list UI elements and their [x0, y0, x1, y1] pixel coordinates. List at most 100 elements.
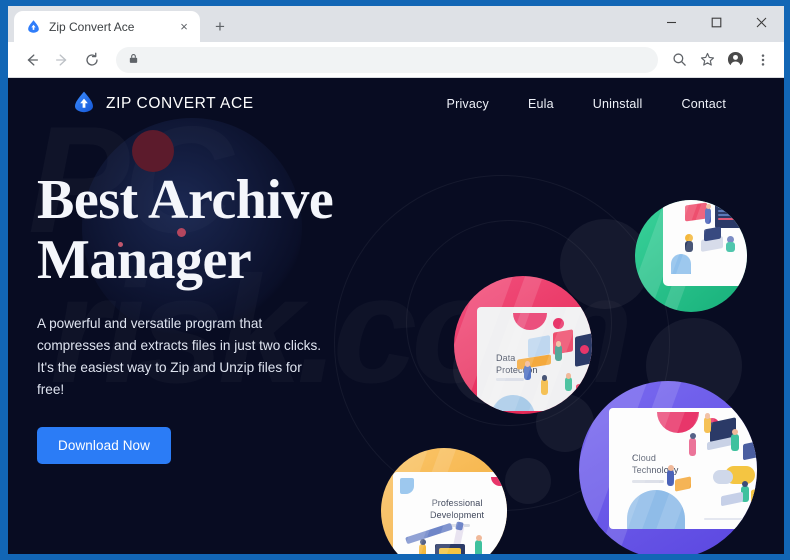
- green-card-screen-line: [718, 210, 744, 212]
- tab-title: Zip Convert Ace: [49, 19, 135, 34]
- dp-person-3-head: [541, 375, 547, 381]
- ct-device: [751, 485, 757, 506]
- data-protection-panel: Data Protection: [477, 307, 592, 411]
- maximize-icon[interactable]: [694, 6, 739, 39]
- green-card-screen-line: [718, 214, 738, 216]
- ct-person-3: [731, 434, 739, 451]
- cloud-technology-card[interactable]: Cloud Technology: [579, 381, 757, 554]
- professional-development-card[interactable]: Professional Development: [381, 448, 507, 554]
- data-protection-dot: [553, 318, 564, 329]
- nav-item-uninstall[interactable]: Uninstall: [593, 97, 643, 111]
- new-tab-button[interactable]: +: [206, 12, 234, 40]
- spade-logo-icon: [72, 90, 96, 119]
- dp-paper: [576, 381, 592, 396]
- green-card-board: [685, 202, 707, 222]
- professional-development-label: Professional Development: [430, 497, 484, 521]
- nav-item-privacy[interactable]: Privacy: [447, 97, 489, 111]
- ct-person-2-head: [689, 433, 696, 439]
- window-controls: [649, 6, 784, 39]
- pd-ruler: [405, 522, 453, 545]
- page-title: Best Archive Manager: [37, 170, 377, 291]
- ct-screen-right: [743, 439, 757, 461]
- nav-item-contact[interactable]: Contact: [682, 97, 726, 111]
- page-viewport: PC risk.com: [8, 78, 784, 554]
- kebab-menu-icon[interactable]: [750, 47, 776, 73]
- dp-person-1-head: [555, 341, 561, 347]
- pd-person-2: [475, 540, 482, 554]
- green-card-person-head: [705, 204, 711, 209]
- ct-footer-line: [704, 518, 746, 520]
- ct-package: [675, 476, 691, 492]
- cloud-technology-label-1: Cloud: [632, 453, 657, 463]
- hero-title-line-1: Best Archive: [37, 169, 334, 231]
- professional-development-panel: Professional Development: [393, 472, 507, 554]
- ct-blue-dome: [627, 490, 685, 529]
- lock-icon: [128, 51, 139, 69]
- address-bar[interactable]: [116, 46, 658, 73]
- green-card-screen-line: [718, 218, 747, 220]
- professional-development-label-1: Professional: [431, 498, 483, 508]
- green-card-panel: [663, 200, 747, 286]
- data-protection-sub: [496, 378, 524, 381]
- cloud-sub: [632, 480, 664, 483]
- dp-person-3: [541, 379, 548, 395]
- brand[interactable]: ZIP CONVERT ACE: [72, 90, 254, 119]
- pd-person-1: [419, 544, 426, 554]
- data-protection-label-1: Data: [496, 353, 516, 363]
- green-card[interactable]: [635, 200, 747, 312]
- dp-person-4: [565, 377, 572, 391]
- dp-person-2-head: [524, 361, 530, 367]
- cloud-dome: [657, 412, 699, 433]
- green-card-person: [705, 208, 711, 224]
- ct-person-3-head: [731, 429, 738, 435]
- dp-blue-blob: [491, 395, 535, 411]
- pd-person-1-head: [419, 539, 426, 545]
- dp-person-4-head: [565, 373, 571, 379]
- browser-window: Zip Convert Ace × + ZIP CONVERT ACE Priv…: [8, 6, 784, 554]
- dp-person-2: [524, 365, 531, 380]
- search-icon[interactable]: [666, 47, 692, 73]
- account-icon[interactable]: [722, 47, 748, 73]
- reload-icon[interactable]: [78, 46, 106, 74]
- ct-cloud-2: [713, 470, 733, 484]
- pd-person-2-head: [475, 535, 482, 541]
- nav-item-eula[interactable]: Eula: [528, 97, 554, 111]
- download-now-button[interactable]: Download Now: [37, 427, 171, 464]
- ct-person-4-head: [667, 465, 674, 471]
- green-card-blue-blob: [671, 254, 691, 274]
- zip-convert-ace-favicon: [25, 19, 41, 35]
- forward-arrow-icon[interactable]: [48, 46, 76, 74]
- ct-person-2: [689, 438, 696, 456]
- pd-blue-tag: [400, 478, 414, 494]
- tab-close-icon[interactable]: ×: [176, 19, 192, 35]
- dp-phone-shield: [580, 345, 589, 354]
- ct-tablet: [721, 491, 743, 507]
- hero-section: Best Archive Manager A powerful and vers…: [37, 170, 377, 464]
- data-protection-card[interactable]: Data Protection: [454, 276, 592, 414]
- site-nav: Privacy Eula Uninstall Contact: [447, 97, 756, 111]
- green-card-person-3-body: [726, 242, 735, 252]
- brand-name: ZIP CONVERT ACE: [106, 95, 254, 112]
- browser-toolbar: [8, 42, 784, 78]
- decor-bubble-5: [505, 458, 551, 504]
- green-card-person-2-body: [685, 241, 693, 252]
- close-icon[interactable]: [739, 6, 784, 39]
- professional-development-label-2: Development: [430, 510, 485, 521]
- hero-paragraph: A powerful and versatile program that co…: [37, 315, 322, 397]
- green-card-screen-line: [718, 205, 733, 208]
- ct-person-1: [704, 417, 711, 433]
- tab-strip: Zip Convert Ace × +: [8, 6, 784, 42]
- back-arrow-icon[interactable]: [18, 46, 46, 74]
- ct-person-5-head: [741, 481, 748, 487]
- minimize-icon[interactable]: [649, 6, 694, 39]
- browser-tab[interactable]: Zip Convert Ace ×: [14, 11, 200, 42]
- screenshot-frame: Zip Convert Ace × + ZIP CONVERT ACE Priv…: [0, 0, 790, 560]
- star-icon[interactable]: [694, 47, 720, 73]
- hero-title-line-2: Manager: [37, 229, 252, 292]
- cloud-technology-panel: Cloud Technology: [609, 408, 757, 529]
- ct-person-1-head: [704, 413, 710, 419]
- dp-person-1: [555, 345, 562, 361]
- pd-dome: [491, 477, 507, 486]
- decor-maroon-dot: [132, 130, 174, 172]
- pd-monitor-inner: [439, 548, 461, 554]
